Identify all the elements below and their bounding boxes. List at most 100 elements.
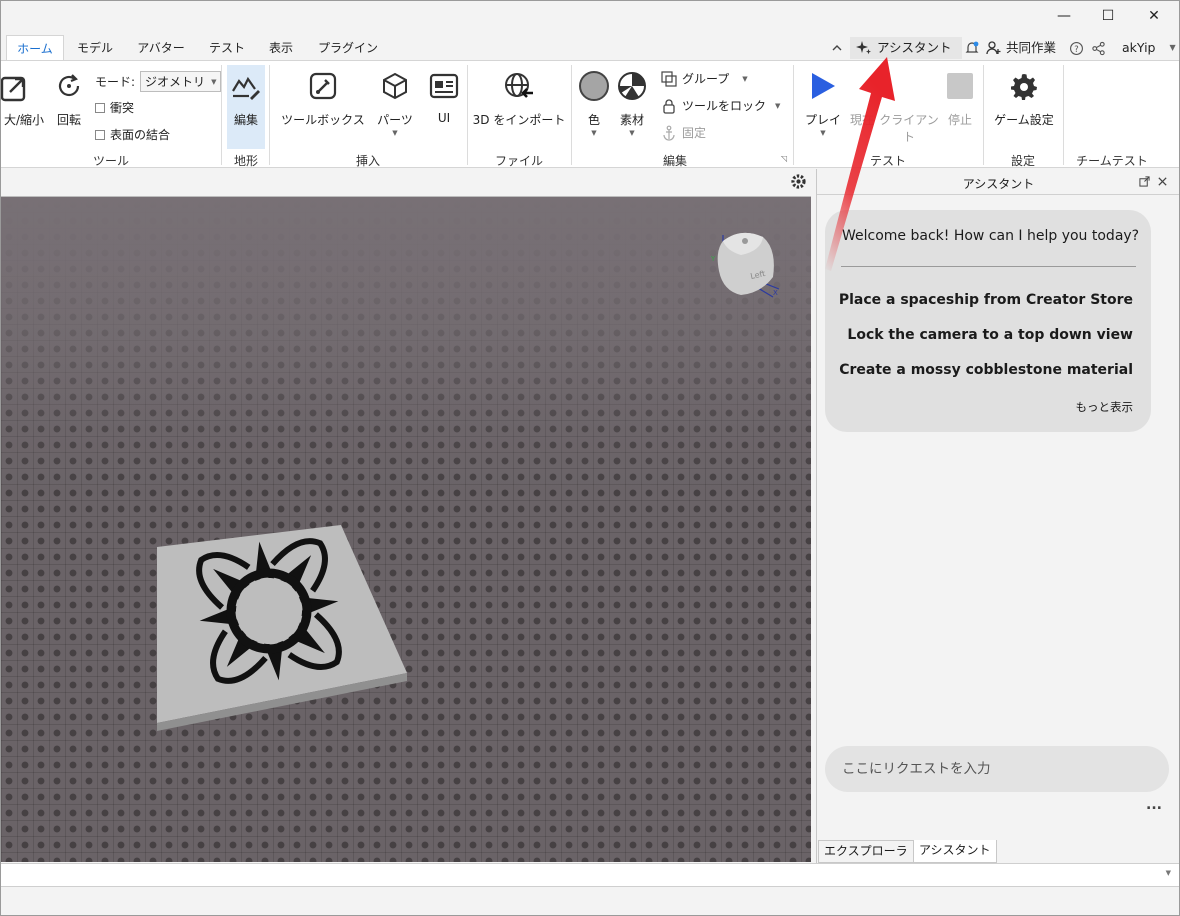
divider (793, 65, 794, 165)
client-button[interactable]: クライアン ト (877, 61, 941, 151)
rotate-button[interactable]: 回転 (51, 61, 87, 151)
collision-checkbox[interactable] (95, 102, 105, 113)
maximize-button[interactable]: ☐ (1085, 1, 1131, 31)
client-label: クライアン (879, 113, 939, 127)
cube-icon (383, 72, 407, 100)
svg-text:?: ? (1074, 43, 1078, 53)
toolbox-label: ツールボックス (281, 113, 365, 127)
file-group-label: ファイル (494, 154, 543, 168)
current-label: 現在 (849, 113, 874, 127)
notification-icon[interactable] (964, 37, 980, 59)
divider (983, 65, 984, 165)
chevron-down-icon: ▼ (775, 101, 781, 110)
more-options-button[interactable]: ... (1146, 797, 1162, 813)
parts-button[interactable]: パーツ ▼ (373, 61, 417, 151)
view-cube[interactable]: Left Y X (701, 227, 785, 307)
close-button[interactable]: ✕ (1131, 1, 1177, 31)
current-button[interactable]: 現在 (847, 61, 877, 151)
sparkle-icon (856, 41, 871, 55)
tab-test[interactable]: テスト (201, 35, 253, 61)
color-button[interactable]: 色 ▼ (577, 61, 611, 151)
suggestion-material[interactable]: Create a mossy cobblestone material (839, 362, 1133, 378)
import-3d-label: 3D をインポート (472, 113, 566, 127)
username: akYip (1122, 40, 1156, 55)
3d-viewport[interactable]: Left Y X (1, 196, 811, 862)
tab-assistant[interactable]: アシスタント (913, 840, 997, 863)
expand-group-icon[interactable]: ◹ (781, 154, 787, 163)
tab-explorer[interactable]: エクスプローラ (818, 840, 914, 863)
play-label: プレイ (804, 113, 841, 127)
surface-join-toggle[interactable]: 表面の結合 (95, 126, 170, 143)
color-swatch-icon (579, 71, 609, 101)
gear-icon[interactable] (790, 173, 807, 190)
import-3d-button[interactable]: 3D をインポート (471, 61, 567, 151)
scale-button[interactable]: 大/縮小 (1, 61, 47, 151)
close-icon[interactable] (1157, 176, 1168, 187)
test-group-label: テスト (869, 154, 906, 168)
ui-button[interactable]: UI (425, 61, 463, 151)
divider (841, 266, 1136, 267)
tab-view[interactable]: 表示 (261, 35, 301, 61)
show-more-link[interactable]: もっと表示 (1076, 399, 1134, 415)
settings-group-label: 設定 (1010, 154, 1035, 168)
stop-label: 停止 (947, 113, 972, 127)
rotate-label: 回転 (56, 113, 81, 127)
game-settings-button[interactable]: ゲーム設定 (991, 61, 1057, 151)
suggestion-spaceship[interactable]: Place a spaceship from Creator Store (839, 292, 1133, 308)
toolbox-button[interactable]: ツールボックス (277, 61, 369, 151)
anchor-label: 固定 (682, 126, 707, 140)
collapse-ribbon-icon[interactable] (831, 37, 843, 59)
divider (1063, 65, 1064, 165)
suggestion-camera[interactable]: Lock the camera to a top down view (847, 327, 1133, 343)
gear-icon (1011, 74, 1037, 100)
terrain-icon (232, 76, 260, 100)
terrain-edit-button[interactable]: 編集 (227, 65, 265, 149)
material-icon (618, 72, 646, 100)
tab-plugins[interactable]: プラグイン (311, 35, 385, 61)
material-button[interactable]: 素材 ▼ (615, 61, 649, 151)
lock-tool-button[interactable]: ツールをロック ▼ (661, 97, 780, 114)
edit-group-label: 編集 (662, 154, 687, 168)
mode-dropdown[interactable]: ジオメトリ ▼ (140, 71, 222, 92)
chevron-down-icon: ▼ (820, 129, 826, 137)
viewport-toolbar (1, 168, 813, 196)
axis-x-label: X (773, 289, 778, 297)
share-icon[interactable] (1091, 37, 1106, 59)
stop-icon (947, 73, 973, 99)
tab-home[interactable]: ホーム (6, 35, 64, 61)
decal-part[interactable] (151, 517, 421, 737)
tab-avatar[interactable]: アバター (131, 35, 191, 61)
assistant-toggle-button[interactable]: アシスタント (850, 37, 962, 59)
terrain-edit-label: 編集 (233, 113, 258, 127)
play-icon (812, 73, 835, 99)
group-button[interactable]: グループ ▼ (661, 70, 748, 87)
chevron-down-icon: ▼ (591, 129, 597, 137)
group-label: グループ (682, 72, 730, 86)
collision-toggle[interactable]: 衝突 (95, 99, 134, 116)
anchor-button[interactable]: 固定 (661, 124, 706, 141)
scale-label: 大/縮小 (3, 113, 45, 127)
divider (221, 65, 222, 165)
user-menu[interactable]: akYip ▼ (1122, 37, 1176, 59)
lock-tool-label: ツールをロック (682, 99, 767, 113)
stop-button[interactable]: 停止 (943, 61, 977, 151)
surface-join-checkbox[interactable] (95, 129, 105, 140)
anchor-icon (663, 125, 675, 141)
client-label-2: ト (902, 130, 915, 144)
popout-icon[interactable] (1139, 176, 1150, 187)
color-label: 色 (587, 113, 600, 127)
command-bar[interactable]: ▼ (1, 863, 1179, 887)
chevron-down-icon[interactable]: ▼ (1166, 869, 1171, 877)
team-test-group-label: チームテスト (1076, 154, 1148, 168)
tab-model[interactable]: モデル (69, 35, 121, 61)
help-icon[interactable]: ? (1069, 37, 1084, 59)
ribbon: 大/縮小 回転 モード: ジオメトリ ▼ 衝突 表面の結合 ツール 編集 地形 … (1, 60, 1179, 168)
divider (467, 65, 468, 165)
axis-y-label: Y (710, 255, 716, 263)
minimize-button[interactable]: — (1041, 1, 1087, 31)
request-input[interactable]: ここにリクエストを入力 (825, 746, 1169, 792)
play-button[interactable]: プレイ ▼ (801, 61, 845, 151)
assistant-panel-title: アシスタント (962, 177, 1035, 191)
add-user-icon (986, 41, 1001, 55)
collaborate-button[interactable]: 共同作業 (986, 37, 1056, 59)
